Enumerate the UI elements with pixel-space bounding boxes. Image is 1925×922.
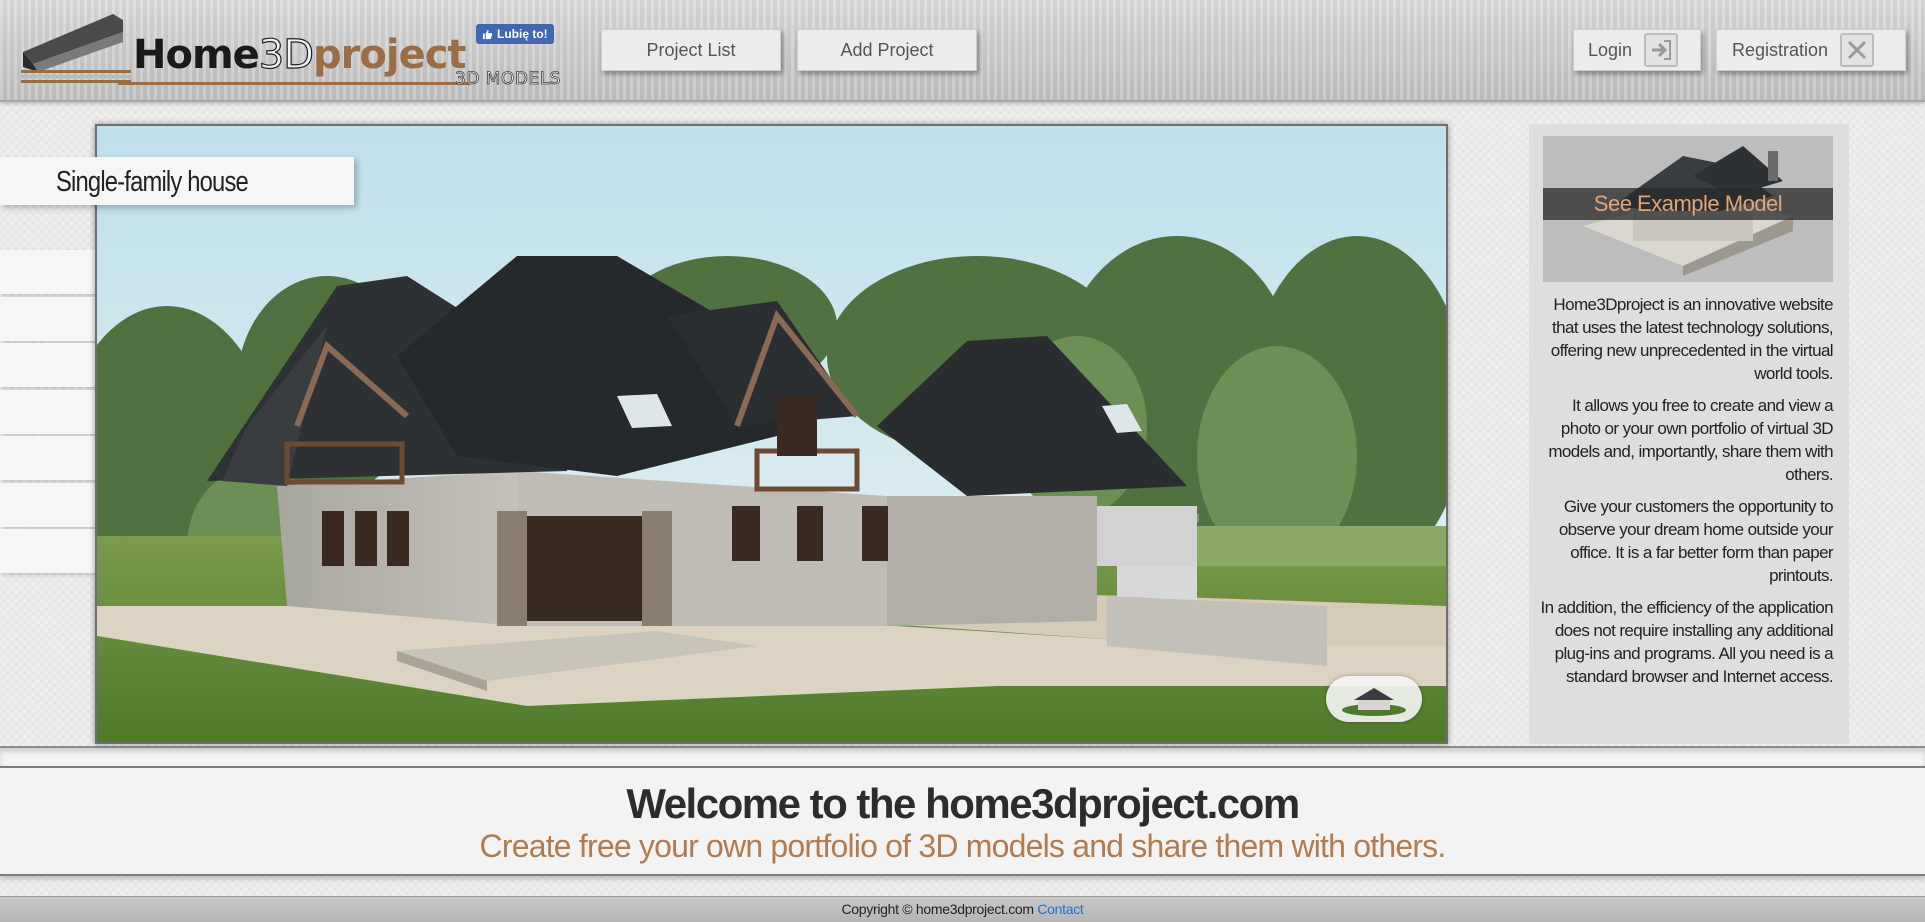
- login-button[interactable]: Login: [1573, 29, 1701, 71]
- intro-paragraph: It allows you free to create and view a …: [1548, 396, 1833, 484]
- registration-icon: [1840, 33, 1875, 67]
- tab-stub[interactable]: [0, 436, 95, 480]
- tab-stub[interactable]: [0, 297, 95, 341]
- add-project-label: Add Project: [840, 39, 934, 60]
- project-title-tab: Single-family house: [0, 157, 354, 205]
- logo-3d: 3D: [258, 31, 314, 78]
- logo-underline: [118, 82, 470, 85]
- tab-stub[interactable]: [0, 390, 95, 434]
- welcome-banner: Welcome to the home3dproject.com Create …: [0, 766, 1925, 876]
- thumbs-up-icon: [482, 29, 493, 39]
- intro-paragraph: Give your customers the opportunity to o…: [1558, 497, 1834, 585]
- registration-button[interactable]: Registration: [1716, 29, 1906, 71]
- welcome-subtitle: Create free your own portfolio of 3D mod…: [479, 828, 1447, 864]
- project-title: Single-family house: [56, 166, 249, 198]
- info-sidebar: See Example Model Home3Dproject is an in…: [1529, 124, 1849, 744]
- add-project-button[interactable]: Add Project: [797, 29, 977, 71]
- login-label: Login: [1588, 39, 1633, 60]
- intro-paragraph: In addition, the efficiency of the appli…: [1540, 598, 1834, 686]
- project-list-label: Project List: [646, 39, 736, 60]
- logo-wordmark: Home3Dproject: [133, 31, 467, 78]
- logo-house-icon: [21, 14, 131, 83]
- tab-stub[interactable]: [0, 529, 95, 573]
- logo-project: project: [313, 32, 467, 78]
- project-list-button[interactable]: Project List: [601, 29, 781, 71]
- welcome-title: Welcome to the home3dproject.com: [626, 780, 1300, 827]
- logo-home: Home: [133, 32, 260, 78]
- tab-stub[interactable]: [0, 250, 95, 294]
- login-icon: [1644, 33, 1679, 67]
- facebook-like-label: Lubię to!: [497, 27, 548, 41]
- view-3d-model-thumbnail[interactable]: [1326, 676, 1422, 722]
- intro-paragraph: Home3Dproject is an innovative website t…: [1550, 295, 1834, 383]
- site-header: Home3Dproject 3D MODELS Lubię to! Projec…: [0, 0, 1925, 102]
- house-thumbnail-icon: [1342, 688, 1406, 716]
- logo-subtitle: 3D MODELS: [455, 69, 561, 90]
- copyright-text: Copyright © home3dproject.com: [841, 901, 1034, 917]
- facebook-like-button[interactable]: Lubię to!: [476, 24, 554, 44]
- house-render-viewer[interactable]: [95, 124, 1448, 744]
- registration-label: Registration: [1732, 39, 1829, 60]
- contact-link[interactable]: Contact: [1037, 901, 1083, 917]
- intro-text: Home3Dproject is an innovative website t…: [1539, 293, 1834, 697]
- tab-stub[interactable]: [0, 343, 95, 387]
- site-footer: Copyright © home3dproject.com Contact: [0, 896, 1925, 922]
- house-render-image: [97, 126, 1446, 742]
- tab-stub[interactable]: [0, 483, 95, 527]
- band-divider: [0, 746, 1925, 768]
- see-example-model-card[interactable]: See Example Model: [1543, 136, 1833, 282]
- see-example-model-label: See Example Model: [1543, 188, 1833, 220]
